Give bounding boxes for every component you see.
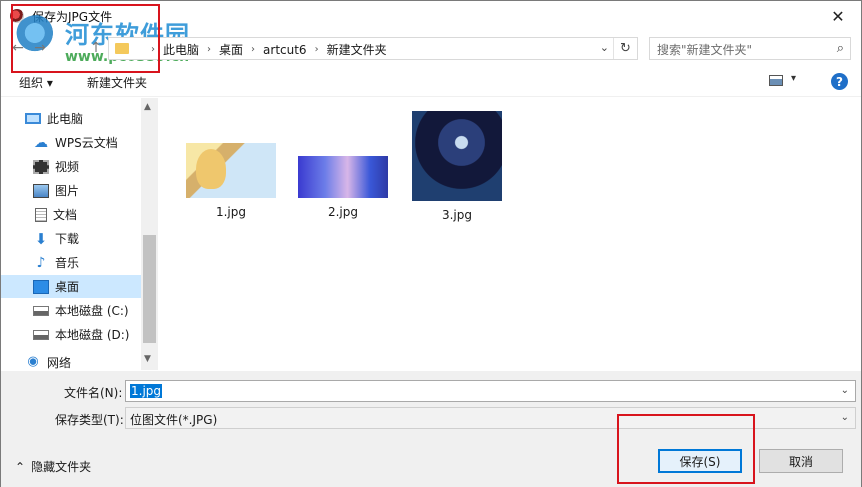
cloud-icon: ☁ xyxy=(34,134,48,151)
search-icon[interactable]: ⌕ xyxy=(837,41,844,56)
view-icon[interactable] xyxy=(769,75,783,86)
sidebar-item-pictures[interactable]: 图片 xyxy=(1,179,141,202)
breadcrumb-separator[interactable]: › xyxy=(249,44,257,55)
sidebar-item-downloads[interactable]: ⬇ 下载 xyxy=(1,227,141,250)
video-icon xyxy=(33,159,49,174)
document-icon xyxy=(35,207,47,222)
filename-dropdown-icon[interactable]: ⌄ xyxy=(841,385,849,396)
highlight-box-save xyxy=(617,414,755,484)
sidebar-item-desktop[interactable]: 桌面 xyxy=(1,275,141,298)
search-placeholder: 搜索"新建文件夹" xyxy=(657,43,753,57)
filetype-label: 保存类型(T): xyxy=(55,413,124,427)
close-button[interactable]: ✕ xyxy=(815,1,861,32)
file-thumbnail xyxy=(412,111,502,201)
sidebar-item-label: 桌面 xyxy=(55,280,80,294)
organize-button[interactable]: 组织 ▾ xyxy=(19,74,53,91)
file-name: 3.jpg xyxy=(441,208,473,222)
sidebar-item-drive-c[interactable]: 本地磁盘 (C:) xyxy=(1,299,141,322)
breadcrumb-item[interactable]: 此电脑 xyxy=(157,41,205,58)
sidebar-item-music[interactable]: ♪ 音乐 xyxy=(1,251,141,274)
hide-folders-toggle[interactable]: ⌃ 隐藏文件夹 xyxy=(15,458,91,475)
sidebar-item-label: 下载 xyxy=(55,232,80,246)
sidebar-item-label: 本地磁盘 (C:) xyxy=(55,304,129,318)
sidebar-item-label: 网络 xyxy=(47,356,72,370)
scroll-up-icon[interactable]: ▲ xyxy=(144,102,151,112)
view-dropdown-icon[interactable]: ▾ xyxy=(791,73,796,84)
filetype-value: 位图文件(*.JPG) xyxy=(130,413,218,427)
navigation-pane: 此电脑 ☁ WPS云文档 视频 图片 文档 ⬇ 下载 ♪ 音乐 桌面 本地磁盘 … xyxy=(1,98,159,370)
filename-value[interactable]: 1.jpg xyxy=(130,384,163,398)
sidebar-item-network[interactable]: ◉ 网络 xyxy=(1,354,141,370)
filetype-dropdown-icon[interactable]: ⌄ xyxy=(841,412,849,423)
sidebar-item-documents[interactable]: 文档 xyxy=(1,203,141,226)
scrollbar-thumb[interactable] xyxy=(143,235,156,343)
file-name: 1.jpg xyxy=(215,205,247,219)
picture-icon xyxy=(33,183,49,198)
file-list: 1.jpg 2.jpg 3.jpg xyxy=(161,98,861,370)
download-icon: ⬇ xyxy=(34,229,48,248)
sidebar-item-label: 音乐 xyxy=(55,256,80,270)
breadcrumb-separator[interactable]: › xyxy=(205,44,213,55)
address-dropdown-icon[interactable]: ⌄ xyxy=(600,41,609,54)
breadcrumb-item[interactable]: 新建文件夹 xyxy=(321,41,393,58)
filename-label: 文件名(N): xyxy=(64,386,123,400)
sidebar-item-label: WPS云文档 xyxy=(55,136,118,150)
file-name: 2.jpg xyxy=(327,205,359,219)
new-folder-button[interactable]: 新建文件夹 xyxy=(87,74,147,91)
breadcrumb-separator[interactable]: › xyxy=(313,44,321,55)
cancel-button[interactable]: 取消 xyxy=(759,449,843,473)
file-item[interactable]: 3.jpg xyxy=(407,111,507,222)
file-thumbnail xyxy=(298,156,388,198)
drive-icon xyxy=(33,305,49,316)
breadcrumb-item[interactable]: artcut6 xyxy=(257,43,313,57)
sidebar-item-wps-cloud[interactable]: ☁ WPS云文档 xyxy=(1,131,141,154)
scroll-down-icon[interactable]: ▼ xyxy=(144,354,151,364)
highlight-box-title xyxy=(11,4,160,73)
sidebar-item-label: 视频 xyxy=(55,160,80,174)
filename-value-wrap: 1.jpg xyxy=(130,384,163,398)
music-icon: ♪ xyxy=(36,254,46,271)
chevron-up-icon: ⌃ xyxy=(15,459,26,474)
breadcrumb: › 此电脑 › 桌面 › artcut6 › 新建文件夹 xyxy=(149,41,393,58)
file-thumbnail xyxy=(186,143,276,198)
sidebar-item-label: 此电脑 xyxy=(47,112,84,126)
hide-folders-label: 隐藏文件夹 xyxy=(31,460,92,474)
sidebar-item-videos[interactable]: 视频 xyxy=(1,155,141,178)
sidebar-item-label: 图片 xyxy=(55,184,80,198)
sidebar-item-this-pc[interactable]: 此电脑 xyxy=(1,107,141,130)
refresh-icon[interactable]: ↻ xyxy=(613,38,637,59)
network-icon: ◉ xyxy=(27,354,39,369)
sidebar-item-drive-d[interactable]: 本地磁盘 (D:) xyxy=(1,323,141,346)
filename-input[interactable]: 1.jpg ⌄ xyxy=(125,380,856,402)
sidebar-scrollbar[interactable]: ▲ ▼ xyxy=(141,98,158,370)
help-icon[interactable]: ? xyxy=(831,73,848,90)
sidebar-item-label: 本地磁盘 (D:) xyxy=(55,328,130,342)
save-dialog: 保存为JPG文件 ✕ 河东软件园 www.pc0359.cn ← → ↑ › 此… xyxy=(0,0,862,487)
drive-icon xyxy=(33,329,49,340)
search-input[interactable]: 搜索"新建文件夹" ⌕ xyxy=(649,37,851,60)
file-item[interactable]: 2.jpg xyxy=(293,156,393,219)
file-item[interactable]: 1.jpg xyxy=(181,143,281,219)
sidebar-item-label: 文档 xyxy=(53,208,78,222)
breadcrumb-item[interactable]: 桌面 xyxy=(213,41,249,58)
desktop-icon xyxy=(33,279,49,294)
pc-icon xyxy=(25,113,41,124)
address-bar[interactable]: › 此电脑 › 桌面 › artcut6 › 新建文件夹 ⌄ ↻ xyxy=(108,37,638,60)
